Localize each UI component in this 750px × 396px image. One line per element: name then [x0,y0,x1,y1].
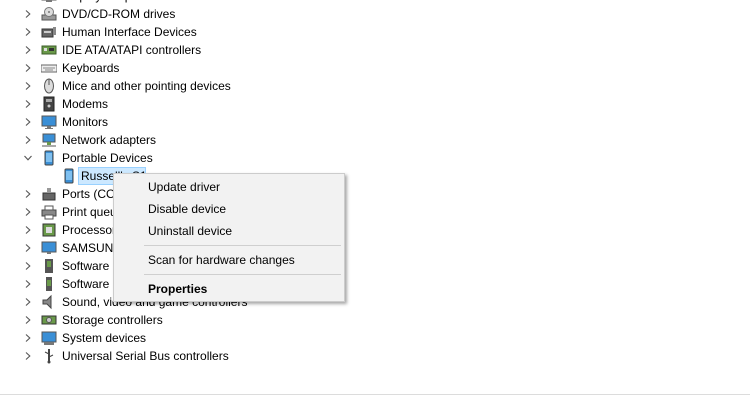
menu-item-update-driver[interactable]: Update driver [148,177,220,197]
chevron-right-icon[interactable] [24,136,32,144]
tree-item-label: DVD/CD-ROM drives [62,7,176,21]
usb-icon [44,349,54,364]
tree-item-label: Keyboards [62,61,120,75]
chevron-right-icon[interactable] [24,334,32,342]
portable-device-icon [44,150,54,166]
portable-device-icon [64,168,74,184]
tree-item-label: Monitors [62,115,109,129]
tree-item[interactable]: System devices [0,329,750,347]
network-adapter-icon [42,133,56,147]
tree-item[interactable]: Universal Serial Bus controllers [0,347,750,365]
menu-item-properties[interactable]: Properties [148,279,207,299]
tree-item-label: IDE ATA/ATAPI controllers [62,43,202,57]
chevron-right-icon[interactable] [24,208,32,216]
tree-item[interactable]: Modems [0,95,750,113]
chevron-right-icon[interactable] [24,100,32,108]
chevron-right-icon[interactable] [24,190,32,198]
processor-icon [42,223,56,237]
chevron-right-icon[interactable] [24,352,32,360]
samsung-icon [41,241,57,254]
menu-separator [144,274,341,275]
tree-item[interactable]: DVD/CD-ROM drives [0,5,750,23]
chevron-right-icon[interactable] [24,28,32,36]
tree-item[interactable]: Human Interface Devices [0,23,750,41]
menu-item-disable-device[interactable]: Disable device [148,199,226,219]
port-icon [42,188,56,201]
chevron-right-icon[interactable] [24,280,32,288]
sound-icon [42,294,52,310]
display-adapter-icon [41,0,57,2]
menu-separator [144,245,341,246]
chevron-right-icon[interactable] [24,82,32,90]
chevron-down-icon[interactable] [24,154,32,162]
tree-item[interactable]: Mice and other pointing devices [0,77,750,95]
tree-item-label: System devices [62,331,147,345]
tree-item-label: Mice and other pointing devices [62,79,231,93]
chevron-right-icon[interactable] [24,64,32,72]
modem-icon [43,96,55,112]
bottom-divider [0,394,750,395]
tree-item-label: Human Interface Devices [62,25,197,39]
tree-item[interactable]: Monitors [0,113,750,131]
dvd-drive-icon [41,7,57,21]
chevron-right-icon[interactable] [24,10,32,18]
keyboard-icon [41,64,57,73]
storage-icon [41,315,57,325]
tree-item-label: Network adapters [62,133,157,147]
tree-item-label: Universal Serial Bus controllers [62,349,229,363]
tree-item[interactable]: Network adapters [0,131,750,149]
tree-item-label: Portable Devices [62,151,153,165]
printer-icon [41,205,57,220]
monitor-icon [41,115,57,129]
chevron-right-icon[interactable] [24,316,32,324]
menu-item-scan-hardware[interactable]: Scan for hardware changes [148,250,295,270]
chevron-right-icon[interactable] [24,118,32,126]
tree-item[interactable]: Keyboards [0,59,750,77]
menu-item-uninstall-device[interactable]: Uninstall device [148,221,232,241]
tree-item[interactable]: Portable Devices [0,149,750,167]
chevron-right-icon[interactable] [24,46,32,54]
hid-icon [41,27,56,38]
chevron-right-icon[interactable] [24,244,32,252]
tree-item-label: Storage controllers [62,313,163,327]
chevron-right-icon[interactable] [24,226,32,234]
software-component-icon [45,259,53,273]
chevron-right-icon[interactable] [24,298,32,306]
ide-controller-icon [41,45,57,55]
software-device-icon [46,277,52,291]
tree-item-label: Modems [62,97,109,111]
context-menu: Update driver Disable device Uninstall d… [113,173,345,302]
system-device-icon [41,331,57,345]
mouse-icon [44,78,54,94]
tree-item[interactable]: Storage controllers [0,311,750,329]
chevron-right-icon[interactable] [24,262,32,270]
tree-item[interactable]: IDE ATA/ATAPI controllers [0,41,750,59]
